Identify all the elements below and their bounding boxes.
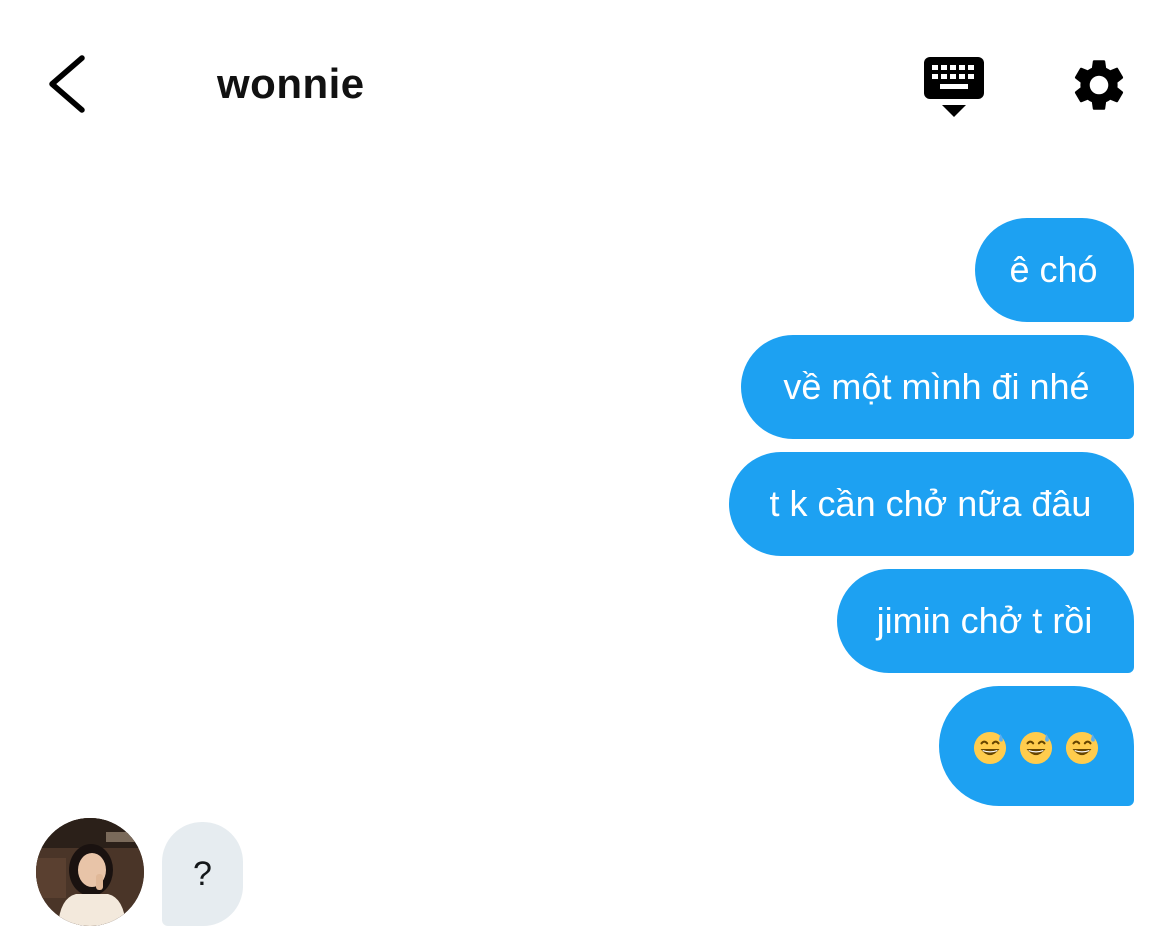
chat-screen: wonnie ê chó về một mình đi nhé t k cần … bbox=[0, 0, 1170, 937]
sent-message[interactable]: ê chó bbox=[975, 218, 1134, 322]
avatar[interactable] bbox=[36, 818, 144, 926]
emoji-row bbox=[973, 731, 1099, 765]
received-message[interactable]: ? bbox=[162, 822, 243, 926]
sent-message[interactable]: t k cần chở nữa đâu bbox=[729, 452, 1134, 556]
chevron-left-icon bbox=[49, 55, 85, 113]
grinning-sweat-emoji bbox=[1065, 732, 1098, 765]
sent-message[interactable]: về một mình đi nhé bbox=[741, 335, 1134, 439]
back-button[interactable] bbox=[44, 52, 94, 116]
grinning-sweat-emoji bbox=[973, 732, 1006, 765]
keyboard-hide-icon bbox=[924, 57, 984, 117]
sent-message-emoji[interactable] bbox=[939, 686, 1134, 806]
settings-button[interactable] bbox=[1068, 54, 1130, 116]
keyboard-toggle-button[interactable] bbox=[922, 55, 986, 119]
sent-message[interactable]: jimin chở t rồi bbox=[837, 569, 1134, 673]
conversation-title: wonnie bbox=[217, 60, 365, 107]
gear-icon bbox=[1074, 60, 1124, 110]
avatar-photo bbox=[36, 818, 144, 926]
grinning-sweat-emoji bbox=[1019, 732, 1052, 765]
